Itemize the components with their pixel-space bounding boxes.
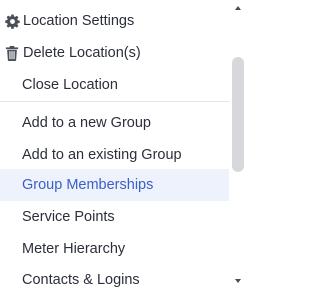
scrollbar-thumb[interactable]	[232, 57, 244, 172]
scrollbar[interactable]	[229, 0, 246, 289]
menu-item-label: Add to a new Group	[22, 115, 151, 131]
menu-item-label: Meter Hierarchy	[22, 241, 126, 257]
menu-item-label: Location Settings	[23, 13, 135, 29]
gear-icon	[4, 13, 20, 29]
menu-item-label: Delete Location(s)	[23, 45, 141, 61]
menu-item-add-to-new-group[interactable]: Add to a new Group	[0, 107, 229, 139]
menu-item-label: Contacts & Logins	[22, 272, 140, 288]
menu-item-location-settings[interactable]: Location Settings	[0, 5, 229, 37]
menu-divider	[0, 101, 229, 102]
menu-item-label: Service Points	[22, 209, 115, 225]
menu-item-service-points[interactable]: Service Points	[0, 201, 229, 233]
menu-item-label: Close Location	[22, 77, 118, 93]
menu-item-delete-locations[interactable]: Delete Location(s)	[0, 37, 229, 69]
menu-item-contacts-logins[interactable]: Contacts & Logins	[0, 264, 229, 289]
menu-item-meter-hierarchy[interactable]: Meter Hierarchy	[0, 233, 229, 265]
context-menu: Location Settings Delete Location(s) Clo…	[0, 0, 246, 289]
menu-item-group-memberships[interactable]: Group Memberships	[0, 169, 229, 201]
scroll-up-arrow-icon[interactable]	[235, 6, 241, 10]
menu-item-label: Group Memberships	[22, 177, 154, 193]
menu-item-close-location[interactable]: Close Location	[0, 69, 229, 101]
scroll-down-arrow-icon[interactable]	[235, 279, 241, 283]
menu-item-add-to-existing-group[interactable]: Add to an existing Group	[0, 139, 229, 171]
trash-icon	[4, 45, 20, 61]
menu-item-label: Add to an existing Group	[22, 147, 182, 163]
